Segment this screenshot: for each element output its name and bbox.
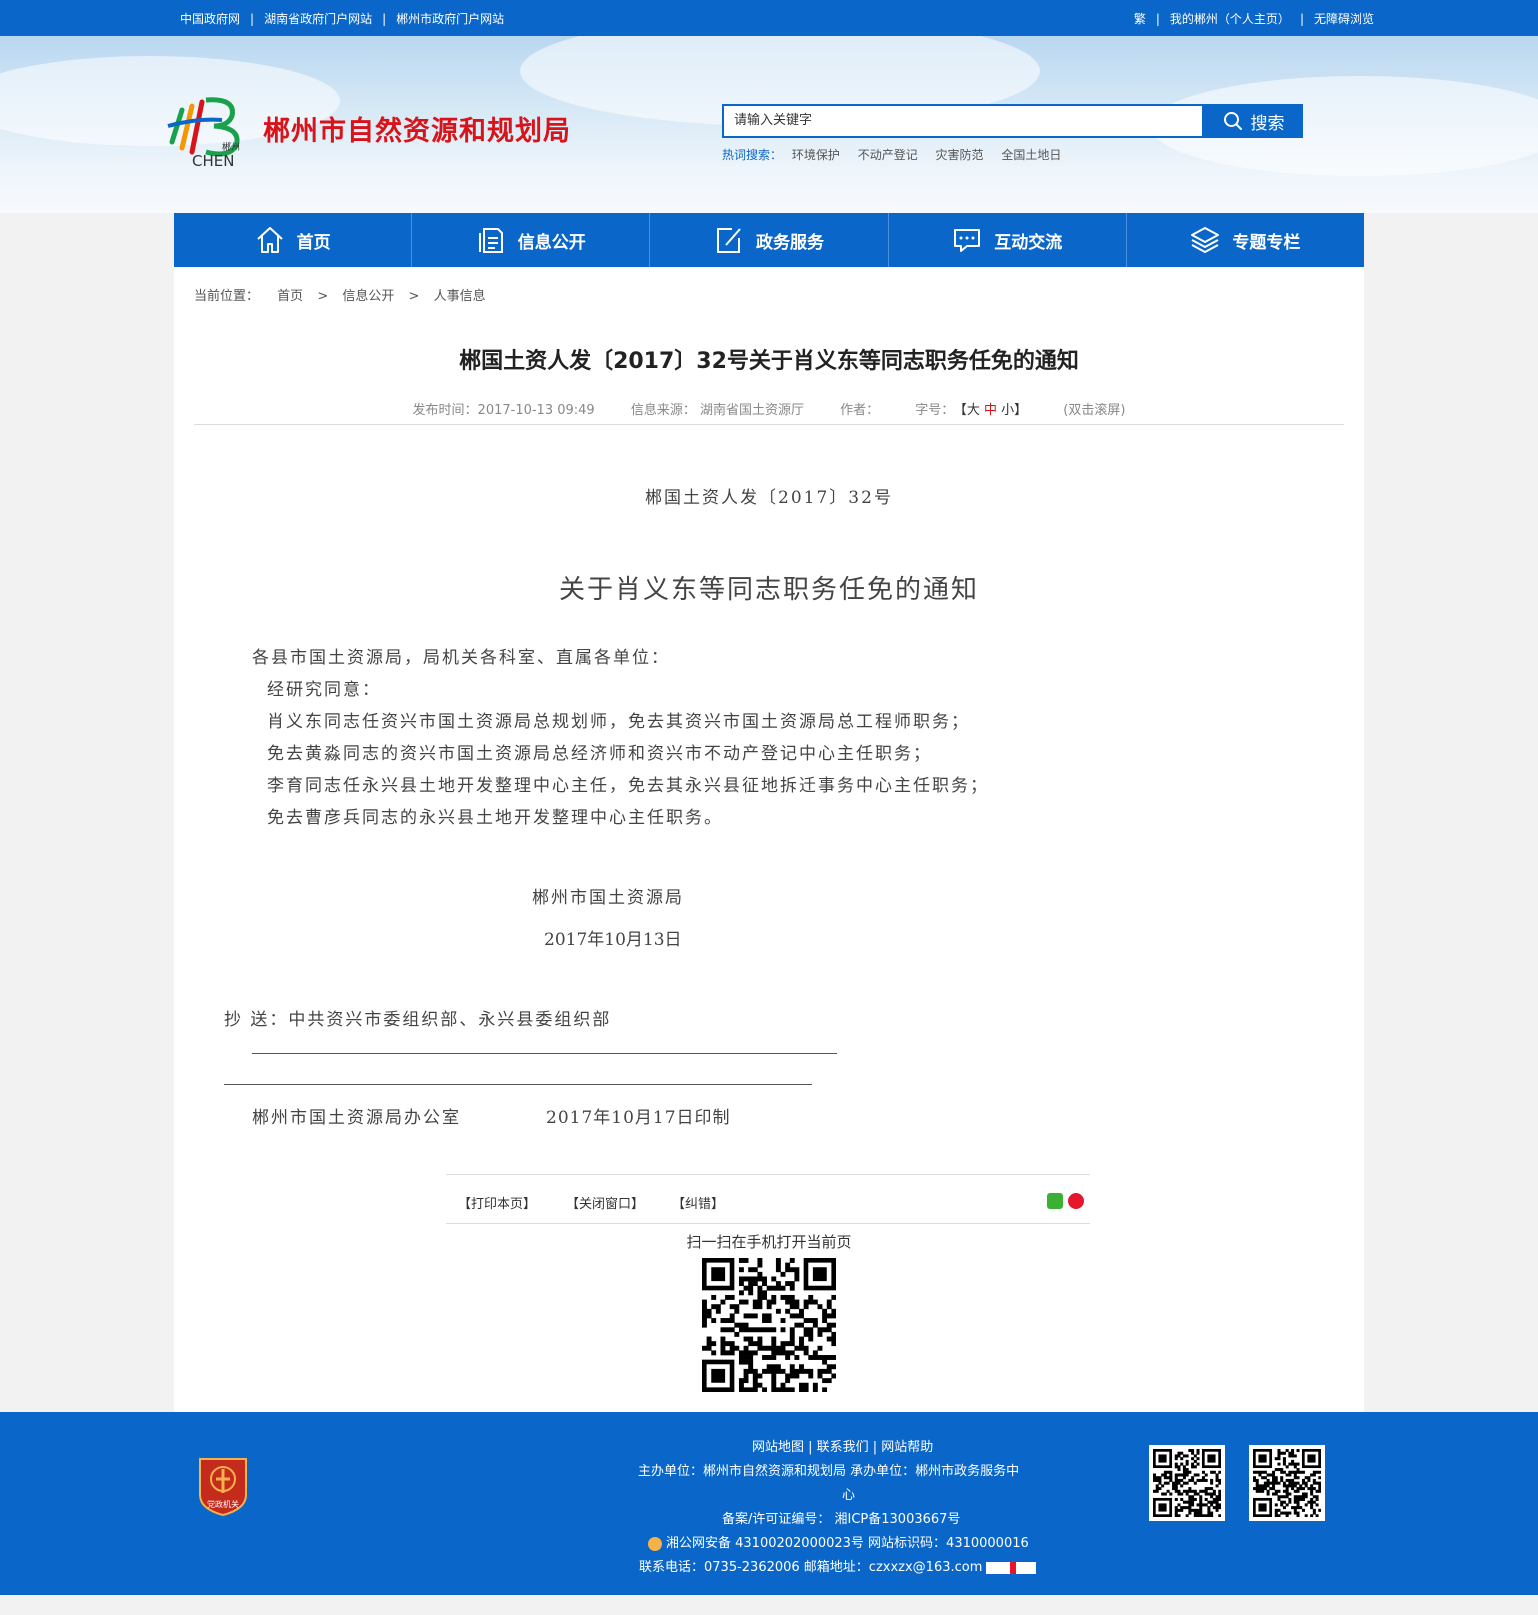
nav-item-info-open[interactable]: 信息公开: [412, 213, 651, 267]
signature-date: 2017年10月13日: [544, 930, 682, 950]
header: 郴州 CHEN 郴州市自然资源和规划局 请输入关键字 搜索 热词搜索： 环境保护…: [0, 36, 1538, 213]
cc-line: 抄 送：中共资兴市委组织部、永兴县委组织部: [224, 1010, 612, 1030]
search-icon: [1223, 112, 1242, 130]
main-nav: 首页 信息公开 政务服务 互动交流 专题专栏: [174, 213, 1364, 267]
divider-line: [252, 1053, 837, 1054]
footer-host-wrap: 心: [842, 1488, 856, 1503]
breadcrumb-info-open[interactable]: 信息公开: [342, 289, 394, 304]
traditional-chinese-link[interactable]: 繁: [1134, 12, 1146, 26]
nav-item-label: 政务服务: [756, 232, 824, 253]
paragraph: 李育同志任永兴县土地开发整理中心主任，免去其永兴县征地拆迁事务中心主任职务；: [267, 776, 989, 796]
contact-text: 联系电话：0735-2362006 邮箱地址：czxxzx@163.com: [639, 1560, 983, 1575]
nav-item-gov-service[interactable]: 政务服务: [650, 213, 889, 267]
signature-org: 郴州市国土资源局: [532, 888, 684, 908]
close-window-button[interactable]: 【关闭窗口】: [566, 1193, 644, 1212]
nav-item-home[interactable]: 首页: [174, 213, 413, 267]
info-source: 信息来源： 湖南省国土资源厅: [630, 403, 804, 418]
page-qr-code: [702, 1258, 836, 1392]
badge-text: 党政机关: [207, 1499, 239, 1509]
article-tools: 【打印本页】 【关闭窗口】 【纠错】: [446, 1174, 1090, 1224]
link-chenzhou-gov[interactable]: 郴州市政府门户网站: [396, 12, 504, 26]
top-links-right: 繁 | 我的郴州（个人主页） | 无障碍浏览: [1133, 11, 1374, 26]
nav-item-label: 专题专栏: [1232, 232, 1301, 253]
stats-counter-icon[interactable]: [986, 1561, 1037, 1574]
hotword-link[interactable]: 不动产登记: [858, 148, 918, 162]
my-homepage-link[interactable]: 我的郴州（个人主页）: [1170, 12, 1290, 26]
font-small-button[interactable]: 小: [1001, 403, 1014, 418]
party-government-badge-icon[interactable]: 党政机关: [196, 1455, 250, 1517]
footer-icp[interactable]: 备案/许可证编号： 湘ICP备13003667号: [722, 1508, 960, 1527]
search-input[interactable]: 请输入关键字: [722, 104, 1204, 138]
nav-item-label: 互动交流: [994, 232, 1063, 253]
footer-contact: 联系电话：0735-2362006 邮箱地址：czxxzx@163.com: [639, 1556, 1037, 1575]
layers-icon: [1191, 227, 1220, 253]
print-page-button[interactable]: 【打印本页】: [458, 1193, 536, 1212]
search-button[interactable]: 搜索: [1204, 104, 1303, 138]
hotword-link[interactable]: 环境保护: [792, 148, 840, 162]
publish-time: 发布时间：2017-10-13 09:49: [412, 403, 595, 418]
doc-number: 郴国土资人发〔2017〕32号: [645, 488, 893, 508]
author: 作者：: [840, 403, 880, 418]
footer-links[interactable]: 网站地图 | 联系我们 | 网站帮助: [752, 1436, 933, 1455]
hotwords-label: 热词搜索：: [722, 148, 783, 162]
hotword-link[interactable]: 全国土地日: [1001, 148, 1061, 162]
double-click-scroll[interactable]: (双击滚屏): [1063, 403, 1125, 418]
footer-police: 湘公网安备 43100202000023号 网站标识码：4310000016: [648, 1532, 1029, 1551]
article-meta: 发布时间：2017-10-13 09:49 信息来源： 湖南省国土资源厅 作者：…: [174, 399, 1364, 418]
home-icon: [256, 227, 283, 253]
chat-icon: [954, 229, 981, 252]
breadcrumb-prefix: 当前位置：: [194, 289, 260, 304]
link-hunan-gov[interactable]: 湖南省政府门户网站: [264, 12, 372, 26]
footer-qr-code-app: [1249, 1445, 1325, 1521]
edit-icon: [717, 228, 741, 253]
hotwords: 热词搜索： 环境保护 不动产登记 灾害防范 全国土地日: [722, 146, 1075, 163]
breadcrumb-home[interactable]: 首页: [277, 289, 303, 304]
title-divider: [194, 424, 1344, 425]
footer-qr-code-wechat: [1149, 1445, 1225, 1521]
site-logo-icon[interactable]: 郴州 CHEN: [166, 92, 250, 170]
content-panel: 当前位置： 首页 > 信息公开 > 人事信息 郴国土资人发〔2017〕32号关于…: [174, 267, 1364, 1412]
hotword-link[interactable]: 灾害防范: [936, 148, 984, 162]
nav-item-interaction[interactable]: 互动交流: [889, 213, 1127, 267]
nav-item-label: 首页: [296, 232, 331, 253]
footer-host: 主办单位：郴州市自然资源和规划局 承办单位：郴州市政务服务中: [638, 1464, 1020, 1479]
font-large-button[interactable]: 大: [967, 403, 980, 418]
accessibility-link[interactable]: 无障碍浏览: [1314, 12, 1374, 26]
site-title: 郴州市自然资源和规划局: [263, 116, 571, 147]
wechat-share-icon[interactable]: [1047, 1193, 1063, 1209]
footer: 党政机关 网站地图 | 联系我们 | 网站帮助 主办单位：郴州市自然资源和规划局…: [0, 1412, 1538, 1595]
print-date: 2017年10月17日印制: [546, 1108, 731, 1128]
paragraph: 免去曹彦兵同志的永兴县土地开发整理中心主任职务。: [267, 808, 723, 828]
bracket-close: 】: [1014, 403, 1028, 418]
print-org: 郴州市国土资源局办公室: [252, 1108, 461, 1128]
breadcrumb: 当前位置： 首页 > 信息公开 > 人事信息: [194, 285, 486, 304]
weibo-share-icon[interactable]: [1068, 1193, 1084, 1209]
link-gov-cn[interactable]: 中国政府网: [180, 12, 240, 26]
doc-title: 关于肖义东等同志职务任免的通知: [558, 575, 979, 605]
logo-text-en: CHEN: [192, 152, 234, 170]
breadcrumb-personnel[interactable]: 人事信息: [434, 289, 486, 304]
nav-item-label: 信息公开: [517, 232, 586, 253]
top-bar: 中国政府网 | 湖南省政府门户网站 | 郴州市政府门户网站 繁 | 我的郴州（个人主页） | 无…: [0, 0, 1538, 36]
paragraph: 经研究同意：: [267, 680, 381, 700]
font-size-label: 字号：: [915, 403, 955, 418]
police-record-text[interactable]: 湘公网安备 43100202000023号 网站标识码：4310000016: [666, 1536, 1029, 1551]
paragraph: 各县市国土资源局，局机关各科室、直属各单位：: [252, 648, 670, 668]
font-medium-button[interactable]: 中: [984, 403, 997, 418]
article-title: 郴国土资人发〔2017〕32号关于肖义东等同志职务任免的通知: [459, 349, 1079, 374]
divider-line: [224, 1084, 812, 1085]
police-badge-icon: [648, 1536, 662, 1551]
document-icon: [478, 228, 503, 253]
qr-caption: 扫一扫在手机打开当前页: [686, 1233, 852, 1251]
breadcrumb-sep: >: [317, 289, 329, 304]
nav-item-special[interactable]: 专题专栏: [1127, 213, 1364, 267]
breadcrumb-sep: >: [408, 289, 420, 304]
search-button-label: 搜索: [1250, 113, 1285, 134]
top-links-left: 中国政府网 | 湖南省政府门户网站 | 郴州市政府门户网站: [180, 11, 505, 26]
report-error-button[interactable]: 【纠错】: [672, 1193, 724, 1212]
paragraph: 免去黄淼同志的资兴市国土资源局总经济师和资兴市不动产登记中心主任职务；: [267, 744, 932, 764]
paragraph: 肖义东同志任资兴市国土资源局总规划师，免去其资兴市国土资源局总工程师职务；: [267, 712, 970, 732]
font-size-control: 字号： 【大 中 小】: [915, 403, 1027, 418]
